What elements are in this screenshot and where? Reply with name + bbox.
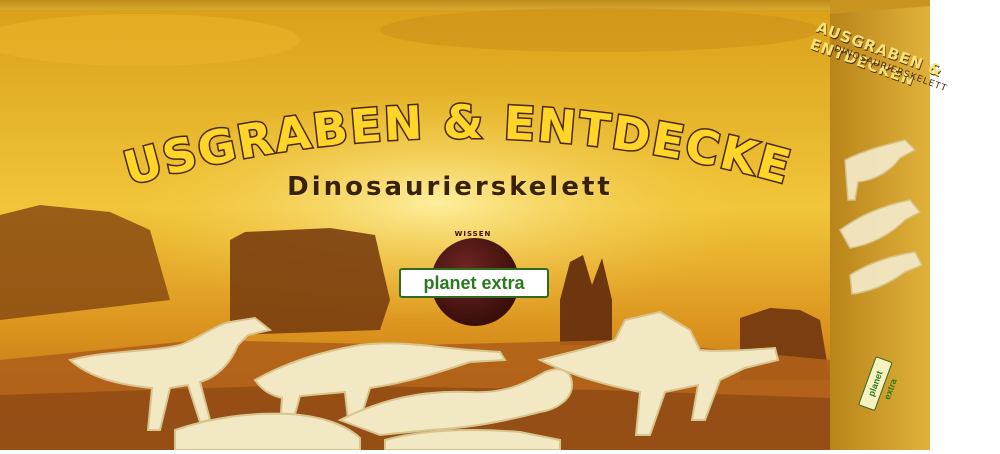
product-box-image: AUSGRABEN & ENTDECKEN Dinosaurierskelett… bbox=[0, 0, 1000, 451]
logo-wissen-label: WISSEN bbox=[454, 230, 492, 238]
logo-wordmark: planet extra bbox=[399, 268, 549, 298]
brand-logo: WISSEN planet extra bbox=[395, 226, 555, 356]
box-subtitle: Dinosaurierskelett bbox=[287, 172, 613, 202]
